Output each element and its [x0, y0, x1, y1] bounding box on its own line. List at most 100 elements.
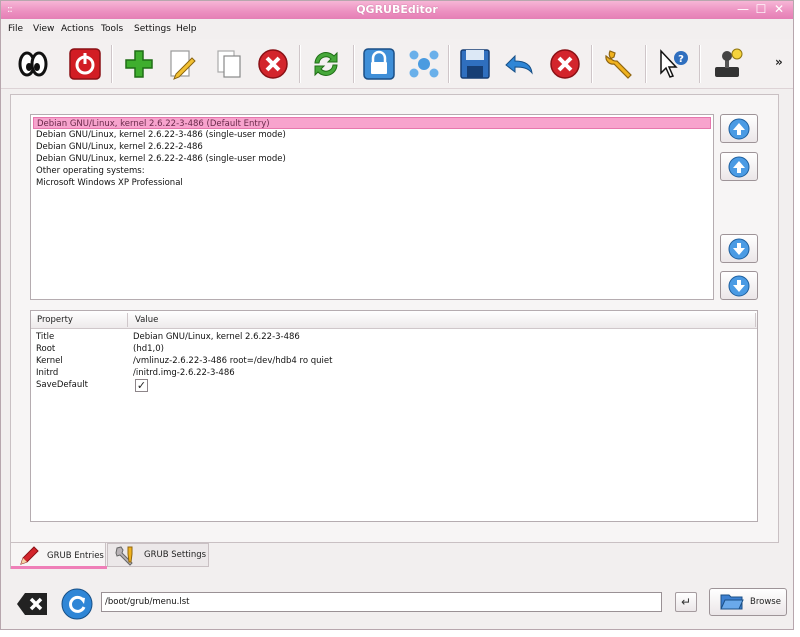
copy-icon — [217, 50, 241, 78]
tools-button[interactable] — [599, 45, 639, 83]
menu-file[interactable]: File — [8, 24, 23, 34]
property-key: Title — [36, 332, 55, 342]
lock-button[interactable] — [359, 45, 399, 83]
cancel-button[interactable] — [545, 45, 585, 83]
reload-icon — [61, 588, 93, 620]
property-value[interactable]: /initrd.img-2.6.22-3-486 — [133, 367, 235, 379]
grub-entries-list[interactable]: Debian GNU/Linux, kernel 2.6.22-3-486 (D… — [30, 114, 714, 300]
browse-button[interactable]: Browse — [709, 588, 787, 616]
tab-label: GRUB Settings — [144, 550, 207, 560]
refresh-button[interactable] — [306, 45, 346, 83]
delete-icon — [258, 49, 288, 79]
property-value[interactable]: (hd1,0) — [133, 343, 164, 355]
tab-active-indicator — [11, 566, 107, 569]
table-row[interactable]: SaveDefault ✓ — [31, 379, 757, 392]
undo-icon — [505, 54, 533, 75]
tab-grub-entries[interactable]: GRUB Entries — [10, 543, 107, 569]
menu-actions[interactable]: Actions — [61, 24, 94, 34]
quit-button[interactable] — [65, 45, 105, 83]
toolbar-separator — [448, 45, 450, 83]
network-icon — [409, 50, 439, 78]
browse-label: Browse — [750, 597, 781, 607]
toolbar-separator — [699, 45, 701, 83]
power-icon — [69, 48, 101, 80]
maximize-button[interactable]: ☐ — [753, 2, 769, 17]
column-header-value[interactable]: Value — [135, 315, 158, 325]
eyes-button[interactable] — [13, 45, 53, 83]
menu-bar: File View Actions Tools Settings Help — [1, 19, 793, 39]
pen-icon — [20, 545, 39, 565]
menu-help[interactable]: Help — [176, 24, 197, 34]
reload-file-button[interactable] — [61, 588, 93, 620]
toolbar-separator — [591, 45, 593, 83]
close-window-button[interactable]: ✕ — [771, 2, 787, 17]
add-icon — [125, 50, 153, 78]
tab-grub-settings[interactable]: GRUB Settings — [107, 543, 209, 567]
toolbar: ? » — [1, 39, 793, 89]
window-title: QGRUBEditor — [356, 3, 438, 16]
whats-this-button[interactable]: ? — [653, 45, 693, 83]
move-bottom-button[interactable] — [720, 271, 758, 300]
bottom-bar: /boot/grub/menu.lst ↵ Browse — [1, 579, 793, 629]
property-key: Initrd — [36, 368, 59, 378]
toolbar-separator — [353, 45, 355, 83]
menu-file-path-input[interactable]: /boot/grub/menu.lst — [101, 592, 662, 612]
folder-open-icon — [720, 594, 744, 610]
table-row[interactable]: Initrd /initrd.img-2.6.22-3-486 — [31, 367, 757, 379]
move-up-button[interactable] — [720, 152, 758, 181]
column-divider[interactable] — [127, 313, 128, 327]
toolbar-separator — [645, 45, 647, 83]
tools-icon — [605, 50, 632, 79]
arrow-down-icon — [728, 238, 750, 259]
savedefault-checkbox[interactable]: ✓ — [135, 379, 148, 392]
property-key: Kernel — [36, 356, 63, 366]
table-row[interactable]: Kernel /vmlinuz-2.6.22-3-486 root=/dev/h… — [31, 355, 757, 367]
copy-entry-button[interactable] — [209, 45, 249, 83]
list-item[interactable]: Debian GNU/Linux, kernel 2.6.22-3-486 (s… — [33, 129, 711, 141]
list-item[interactable]: Debian GNU/Linux, kernel 2.6.22-2-486 (s… — [33, 153, 711, 165]
column-header-property[interactable]: Property — [37, 315, 73, 325]
toolbar-overflow-button[interactable]: » — [775, 55, 783, 69]
edit-entry-button[interactable] — [161, 45, 201, 83]
tab-label: GRUB Entries — [47, 550, 104, 561]
edit-icon — [170, 50, 196, 80]
save-button[interactable] — [455, 45, 495, 83]
table-row[interactable]: Root (hd1,0) — [31, 343, 757, 355]
eyes-icon — [18, 51, 48, 77]
exit-button[interactable] — [16, 591, 48, 617]
menu-settings[interactable]: Settings — [134, 24, 171, 34]
undo-button[interactable] — [499, 45, 539, 83]
column-divider[interactable] — [755, 313, 756, 327]
tools-icon — [115, 546, 133, 566]
joystick-button[interactable] — [707, 45, 747, 83]
menu-tools[interactable]: Tools — [101, 24, 123, 34]
toolbar-separator — [111, 45, 113, 83]
move-down-button[interactable] — [720, 234, 758, 263]
list-item[interactable]: Debian GNU/Linux, kernel 2.6.22-3-486 (D… — [33, 117, 711, 129]
table-row[interactable]: Title Debian GNU/Linux, kernel 2.6.22-3-… — [31, 331, 757, 343]
apply-path-button[interactable]: ↵ — [675, 592, 697, 612]
property-value[interactable]: Debian GNU/Linux, kernel 2.6.22-3-486 — [133, 331, 300, 343]
title-bar[interactable]: :: QGRUBEditor — ☐ ✕ — [1, 1, 793, 19]
arrow-up-icon — [728, 118, 750, 139]
table-header: Property Value — [31, 311, 757, 329]
network-button[interactable] — [404, 45, 444, 83]
minimize-button[interactable]: — — [735, 2, 751, 17]
delete-entry-button[interactable] — [253, 45, 293, 83]
toolbar-separator — [299, 45, 301, 83]
properties-table: Property Value Title Debian GNU/Linux, k… — [30, 310, 758, 522]
whats-this-icon: ? — [660, 49, 688, 78]
property-key: SaveDefault — [36, 380, 88, 390]
list-item[interactable]: Debian GNU/Linux, kernel 2.6.22-2-486 — [33, 141, 711, 153]
menu-view[interactable]: View — [33, 24, 54, 34]
list-item[interactable]: Other operating systems: — [33, 165, 711, 177]
cancel-icon — [550, 49, 580, 79]
move-top-button[interactable] — [720, 114, 758, 143]
list-item[interactable]: Microsoft Windows XP Professional — [33, 177, 711, 189]
property-value[interactable]: /vmlinuz-2.6.22-3-486 root=/dev/hdb4 ro … — [133, 355, 332, 367]
svg-text:?: ? — [678, 54, 684, 65]
arrow-up-icon — [728, 156, 750, 177]
save-icon — [460, 49, 490, 79]
lock-icon — [363, 48, 395, 80]
add-entry-button[interactable] — [119, 45, 159, 83]
